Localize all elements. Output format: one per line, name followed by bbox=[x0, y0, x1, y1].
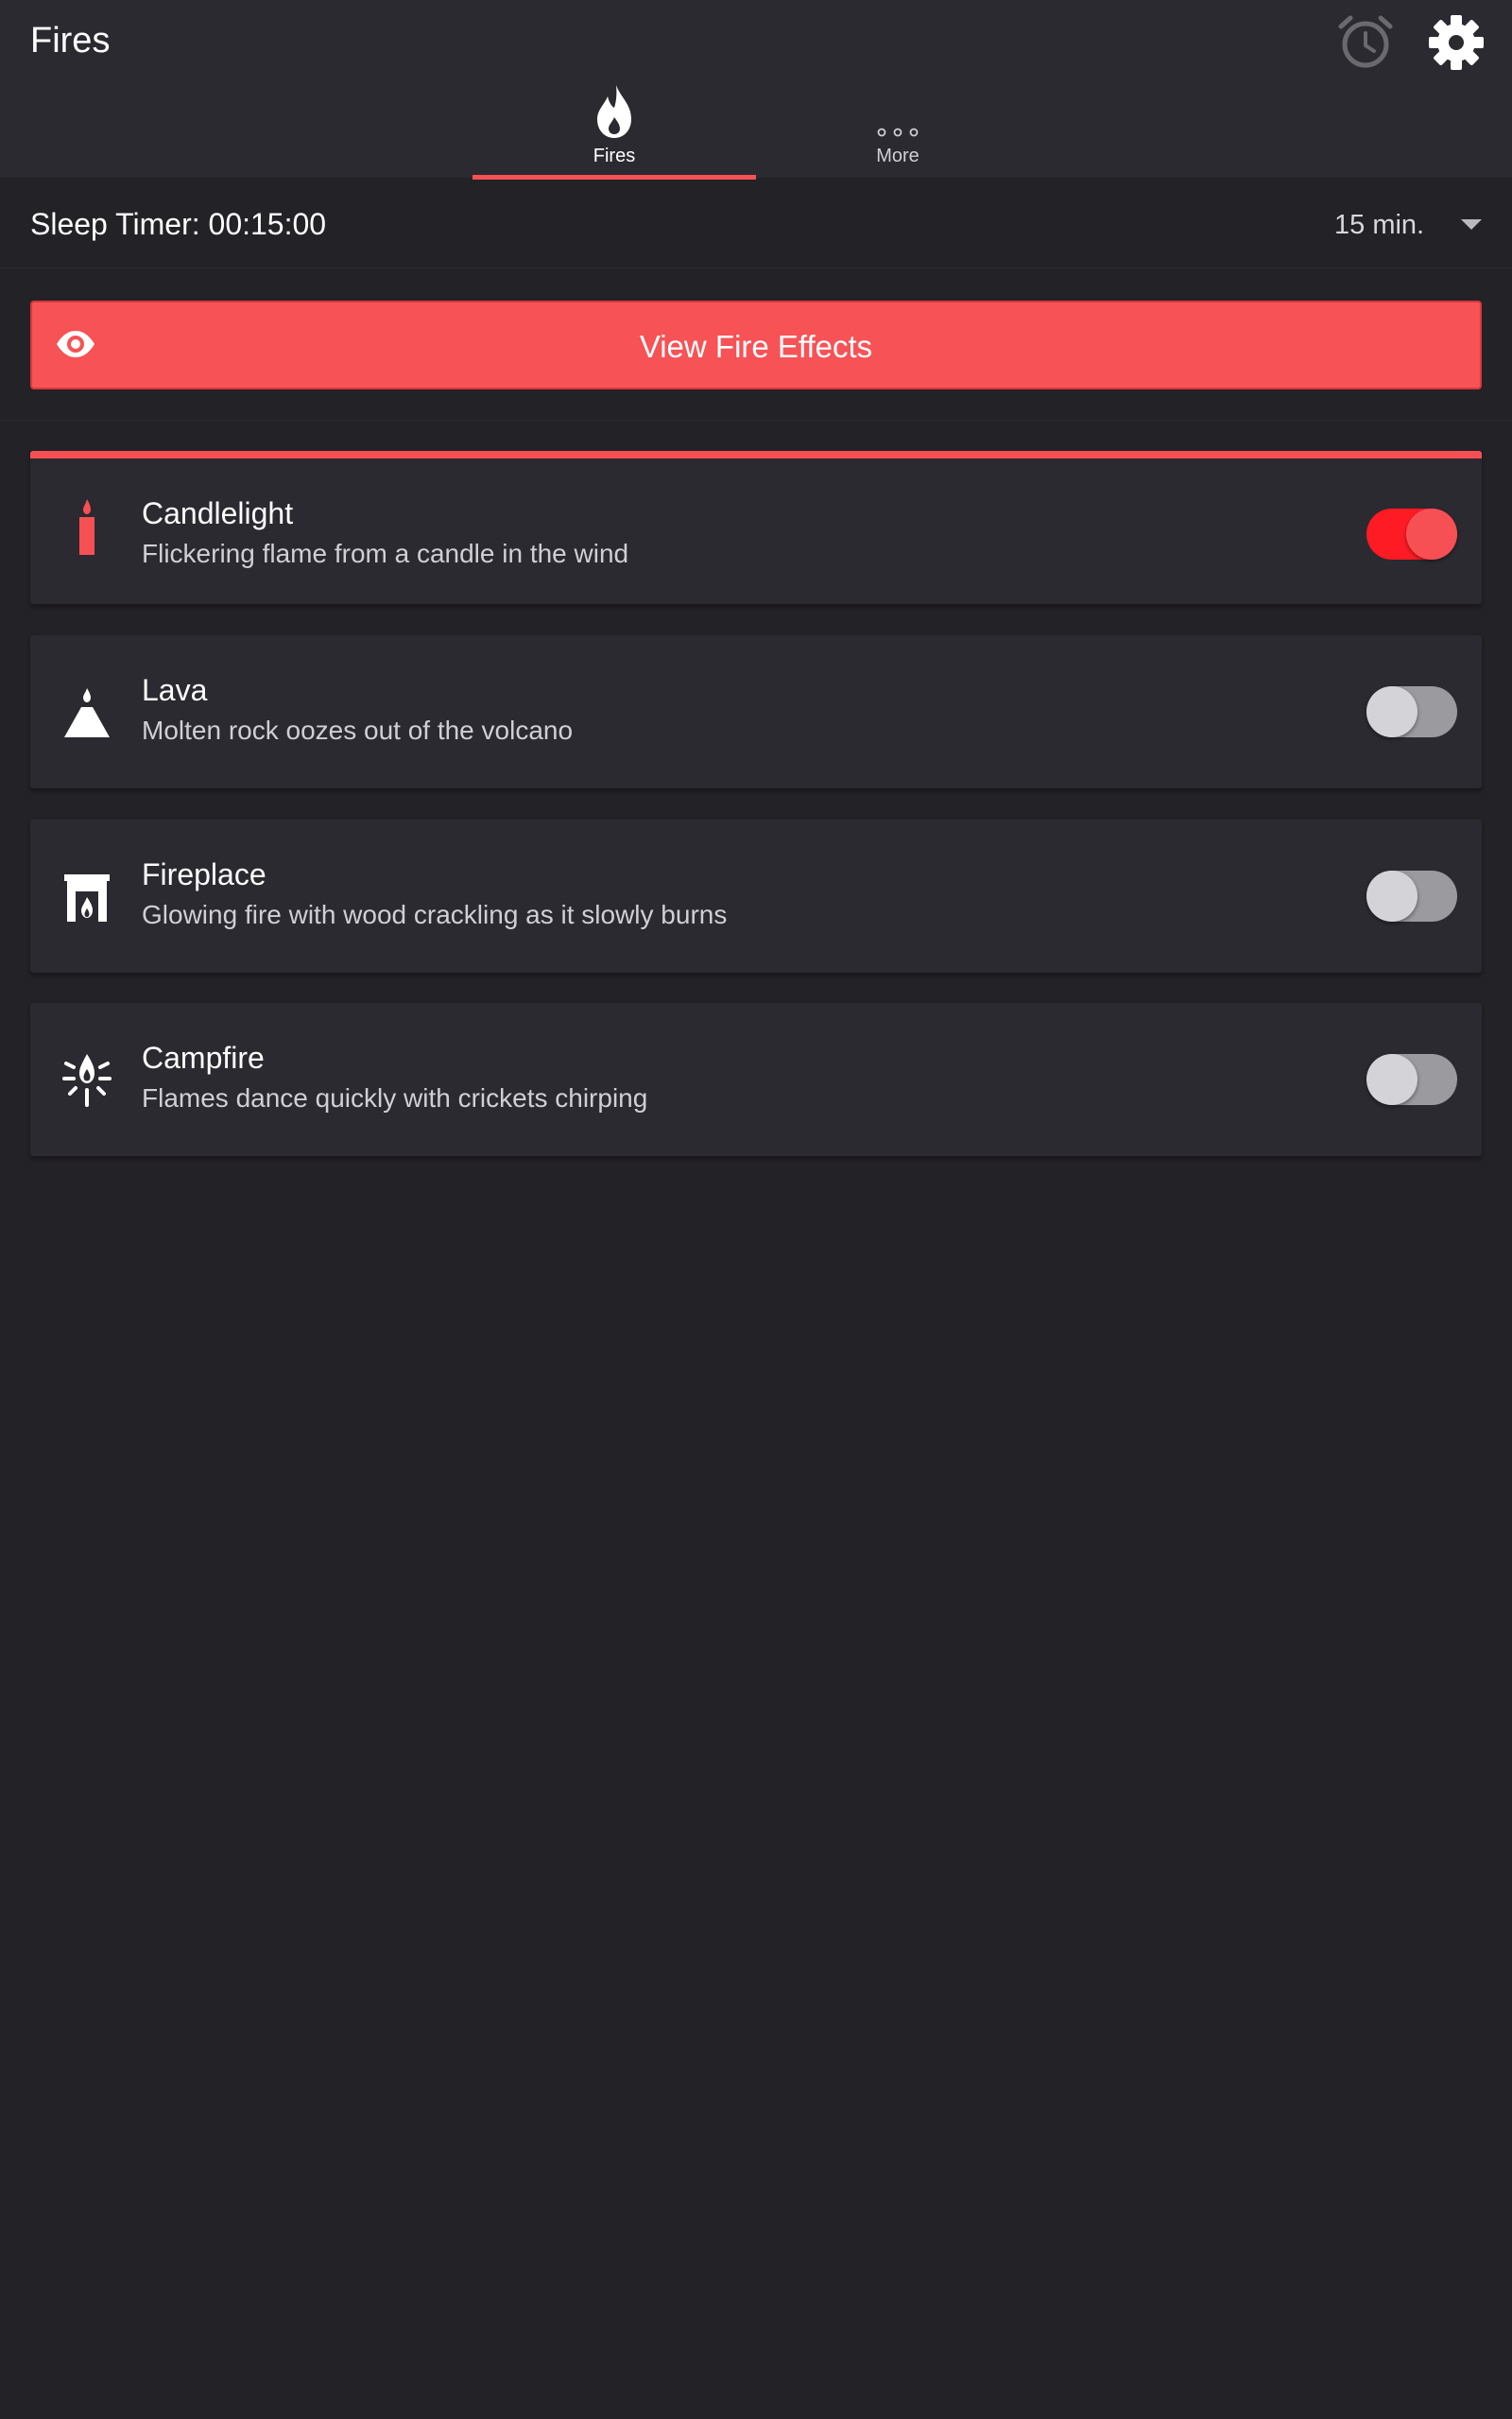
caret-down-icon bbox=[1461, 219, 1482, 230]
campfire-icon bbox=[62, 1054, 112, 1107]
app-header: Fires Fires More bbox=[0, 0, 1512, 180]
tab-more-label: More bbox=[876, 146, 919, 166]
view-fire-effects-label: View Fire Effects bbox=[639, 329, 873, 364]
toggle-knob bbox=[1366, 1054, 1418, 1105]
fire-description: Flames dance quickly with crickets chirp… bbox=[142, 1083, 648, 1113]
alarm-clock-icon bbox=[1338, 15, 1393, 68]
app-title: Fires bbox=[30, 21, 111, 60]
fire-title: Campfire bbox=[142, 1041, 265, 1075]
candle-icon bbox=[79, 499, 94, 555]
fire-card-lava[interactable]: Lava Molten rock oozes out of the volcan… bbox=[30, 635, 1482, 788]
sleep-timer-row: Sleep Timer: 00:15:00 15 min. bbox=[0, 178, 1512, 268]
settings-button[interactable] bbox=[1427, 13, 1486, 72]
app-root: Fires Fires More Sleep Timer: 00:15:00 1… bbox=[0, 0, 1512, 2419]
fire-toggle-fireplace[interactable] bbox=[1366, 871, 1457, 922]
fire-description: Flickering flame from a candle in the wi… bbox=[142, 539, 629, 568]
fireplace-icon bbox=[64, 874, 110, 922]
fire-toggle-candlelight[interactable] bbox=[1366, 509, 1457, 560]
fire-card-candlelight[interactable]: Candlelight Flickering flame from a cand… bbox=[30, 451, 1482, 604]
section-divider bbox=[0, 420, 1512, 421]
fire-title: Fireplace bbox=[142, 857, 266, 891]
sleep-timer-dropdown[interactable]: 15 min. bbox=[1323, 197, 1493, 250]
more-dots-icon bbox=[877, 128, 919, 137]
tab-fires[interactable]: Fires bbox=[472, 81, 756, 180]
sleep-timer-value: 15 min. bbox=[1334, 210, 1425, 240]
fire-toggle-lava[interactable] bbox=[1366, 686, 1457, 737]
view-fire-effects-button[interactable]: View Fire Effects bbox=[30, 301, 1482, 389]
flame-icon bbox=[597, 85, 631, 138]
fire-description: Molten rock oozes out of the volcano bbox=[142, 716, 574, 745]
fire-description: Glowing fire with wood crackling as it s… bbox=[142, 900, 728, 929]
alarm-button[interactable] bbox=[1337, 13, 1394, 70]
tab-more[interactable]: More bbox=[756, 81, 1040, 180]
fire-card-campfire[interactable]: Campfire Flames dance quickly with crick… bbox=[30, 1003, 1482, 1156]
toggle-knob bbox=[1366, 871, 1418, 922]
fire-title: Lava bbox=[142, 673, 208, 707]
fire-toggle-campfire[interactable] bbox=[1366, 1054, 1457, 1105]
toggle-knob bbox=[1366, 686, 1418, 737]
fire-title: Candlelight bbox=[142, 496, 294, 530]
fire-card-fireplace[interactable]: Fireplace Glowing fire with wood crackli… bbox=[30, 820, 1482, 973]
sleep-timer-label: Sleep Timer: 00:15:00 bbox=[30, 207, 327, 241]
volcano-icon bbox=[64, 688, 110, 737]
tab-fires-label: Fires bbox=[593, 146, 636, 166]
gear-icon bbox=[1429, 15, 1484, 70]
toggle-knob bbox=[1406, 509, 1457, 560]
